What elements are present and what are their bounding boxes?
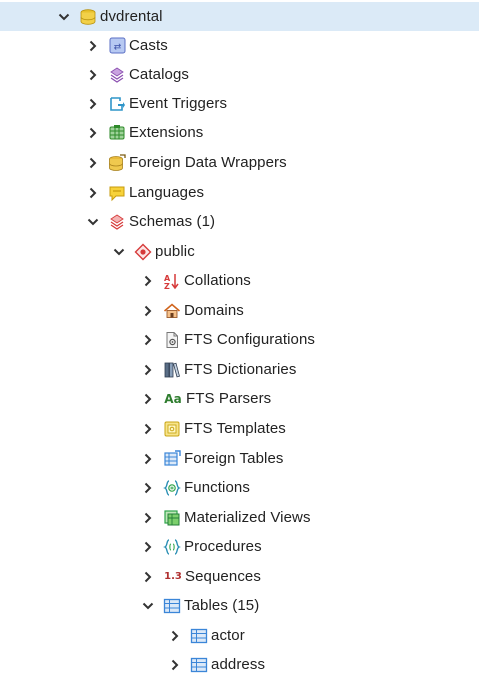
svg-text:⇄: ⇄	[113, 43, 121, 53]
chevron-right-icon[interactable]	[87, 126, 99, 140]
fts-configuration-icon	[163, 331, 181, 349]
chevron-down-icon[interactable]	[142, 599, 154, 613]
schemas-icon	[108, 213, 126, 231]
tree-node-label: Domains	[184, 302, 244, 319]
sequences-icon-text: 1.3	[164, 571, 182, 582]
tree-node-label: FTS Parsers	[186, 390, 272, 407]
tree-node-table-actor[interactable]: actor	[0, 621, 479, 650]
tree-node-label: Catalogs	[129, 66, 190, 83]
tree-node-procedures[interactable]: Procedures	[0, 532, 479, 561]
table-icon	[190, 627, 208, 645]
tree-node-label: Procedures	[184, 538, 262, 555]
fts-dictionary-icon	[163, 361, 181, 379]
collations-icon: AZ	[163, 272, 181, 290]
tree-node-fts-dictionaries[interactable]: FTS Dictionaries	[0, 355, 479, 384]
chevron-right-icon[interactable]	[142, 422, 154, 436]
fts-parser-icon-text: Aa	[164, 391, 182, 406]
schema-icon	[134, 243, 152, 261]
chevron-right-icon[interactable]	[142, 570, 154, 584]
tree-node-label: Collations	[184, 272, 251, 289]
chevron-right-icon[interactable]	[87, 186, 99, 200]
tables-icon	[163, 597, 181, 615]
tree-node-label: actor	[211, 627, 245, 644]
tree-node-label: Casts	[129, 37, 168, 54]
chevron-right-icon[interactable]	[169, 658, 181, 672]
tree-node-collations[interactable]: AZ Collations	[0, 266, 479, 295]
tree-node-label: public	[155, 243, 195, 260]
tree-node-materialized-views[interactable]: Materialized Views	[0, 503, 479, 532]
tree-node-casts[interactable]: ⇄ Casts	[0, 31, 479, 60]
tree-node-label: Extensions	[129, 124, 204, 141]
table-icon	[190, 656, 208, 674]
tree-node-label: FTS Templates	[184, 420, 286, 437]
chevron-right-icon[interactable]	[87, 68, 99, 82]
tree-node-table-address[interactable]: address	[0, 650, 479, 677]
chevron-down-icon[interactable]	[87, 215, 99, 229]
tree-node-foreign-tables[interactable]: Foreign Tables	[0, 444, 479, 473]
chevron-right-icon[interactable]	[142, 333, 154, 347]
tree-node-sequences[interactable]: 1.3 Sequences	[0, 562, 479, 591]
chevron-right-icon[interactable]	[142, 363, 154, 377]
catalogs-icon	[108, 66, 126, 84]
tree-node-extensions[interactable]: Extensions	[0, 118, 479, 147]
tree-node-label: FTS Configurations	[184, 331, 316, 348]
event-trigger-icon	[108, 95, 126, 113]
tree-node-label: Tables (15)	[184, 597, 260, 614]
chevron-right-icon[interactable]	[142, 481, 154, 495]
tree-node-fts-configurations[interactable]: FTS Configurations	[0, 325, 479, 354]
chevron-down-icon[interactable]	[113, 245, 125, 259]
foreign-data-wrapper-icon	[108, 153, 126, 172]
tree-node-fts-templates[interactable]: FTS Templates	[0, 414, 479, 443]
tree-node-label: Foreign Data Wrappers	[129, 154, 287, 171]
tree-node-label: Languages	[129, 184, 205, 201]
tree-node-catalogs[interactable]: Catalogs	[0, 60, 479, 89]
sequences-icon: 1.3	[163, 568, 183, 586]
chevron-right-icon[interactable]	[142, 304, 154, 318]
database-icon	[79, 8, 97, 26]
tree-node-functions[interactable]: Functions	[0, 473, 479, 502]
tree-node-label: Sequences	[185, 568, 261, 585]
chevron-right-icon[interactable]	[142, 452, 154, 466]
tree-node-label: Event Triggers	[129, 95, 228, 112]
tree-node-dvdrental[interactable]: dvdrental	[0, 2, 479, 31]
tree-node-tables[interactable]: Tables (15)	[0, 591, 479, 620]
tree-node-label: Schemas (1)	[129, 213, 216, 230]
tree-node-event-triggers[interactable]: Event Triggers	[0, 89, 479, 118]
tree-node-label: Functions	[184, 479, 250, 496]
chevron-right-icon[interactable]	[87, 39, 99, 53]
chevron-down-icon[interactable]	[58, 10, 70, 24]
chevron-right-icon[interactable]	[142, 540, 154, 554]
languages-icon	[108, 184, 126, 202]
chevron-right-icon[interactable]	[142, 511, 154, 525]
tree-node-label: address	[211, 656, 266, 673]
svg-text:Z: Z	[164, 282, 170, 290]
tree-node-fts-parsers[interactable]: Aa FTS Parsers	[0, 384, 479, 413]
fts-parser-icon: Aa	[163, 390, 183, 408]
chevron-right-icon[interactable]	[142, 274, 154, 288]
tree-node-foreign-data-wrappers[interactable]: Foreign Data Wrappers	[0, 148, 479, 177]
tree-node-languages[interactable]: Languages	[0, 178, 479, 207]
materialized-view-icon	[163, 509, 181, 527]
tree-node-schemas[interactable]: Schemas (1)	[0, 207, 479, 236]
procedures-icon	[163, 538, 181, 556]
casts-icon: ⇄	[108, 37, 126, 55]
tree-node-label: dvdrental	[100, 8, 163, 25]
tree-node-label: FTS Dictionaries	[184, 361, 297, 378]
tree-node-domains[interactable]: Domains	[0, 296, 479, 325]
chevron-right-icon[interactable]	[87, 97, 99, 111]
tree-node-public-schema[interactable]: public	[0, 237, 479, 266]
foreign-table-icon	[163, 449, 181, 468]
chevron-right-icon[interactable]	[142, 392, 154, 406]
functions-icon	[163, 479, 181, 497]
tree-node-label: Foreign Tables	[184, 450, 284, 467]
chevron-right-icon[interactable]	[87, 156, 99, 170]
object-browser-tree: dvdrental ⇄ Casts Catalogs Event Trigger…	[0, 0, 479, 677]
fts-template-icon	[163, 420, 181, 438]
tree-node-label: Materialized Views	[184, 509, 311, 526]
chevron-right-icon[interactable]	[169, 629, 181, 643]
domains-icon	[163, 302, 181, 320]
extensions-icon	[108, 124, 126, 142]
